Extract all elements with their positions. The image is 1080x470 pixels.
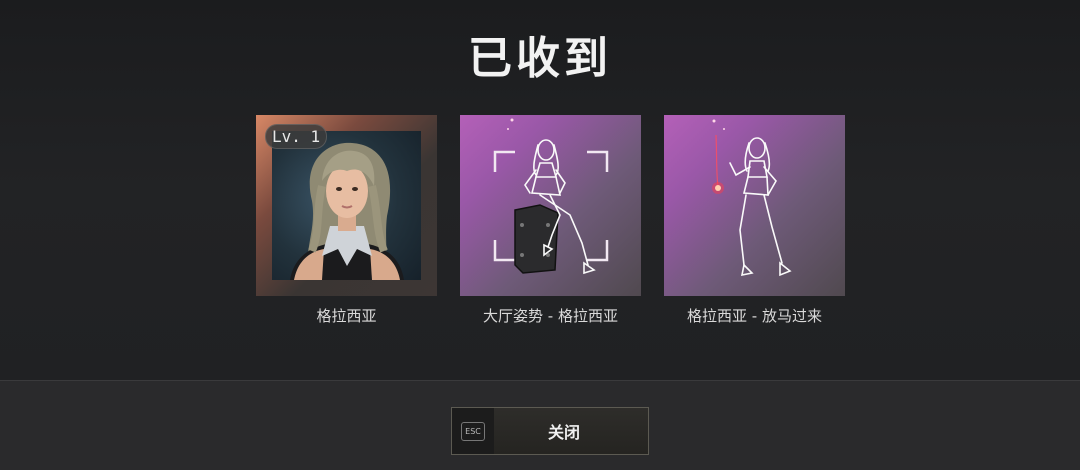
reward-dialog: 已收到 Lv. 1 格拉西亚 大厅姿势 - 格拉西亚 格拉西亚 - 放马过来 E… — [0, 0, 1080, 470]
reward-label: 大厅姿势 - 格拉西亚 — [483, 307, 618, 325]
reward-tile: Lv. 1 — [256, 115, 437, 296]
reward-card-character[interactable]: Lv. 1 格拉西亚 — [256, 115, 437, 326]
lobby-pose-sitting-icon — [493, 118, 609, 275]
reward-tile — [664, 115, 845, 296]
reward-list: Lv. 1 格拉西亚 大厅姿势 - 格拉西亚 格拉西亚 - 放马过来 — [256, 115, 845, 326]
level-badge: Lv. 1 — [265, 124, 328, 149]
close-button[interactable]: ESC 关闭 — [451, 407, 649, 455]
emote-pose-standing-icon — [712, 119, 792, 277]
esc-key-icon: ESC — [452, 408, 494, 454]
page-title: 已收到 — [468, 33, 612, 84]
reward-tile — [460, 115, 641, 296]
reward-card-lobby-pose[interactable]: 大厅姿势 - 格拉西亚 — [460, 115, 641, 326]
reward-label: 格拉西亚 - 放马过来 — [687, 307, 822, 325]
esc-key-label: ESC — [461, 421, 485, 441]
reward-card-emote[interactable]: 格拉西亚 - 放马过来 — [664, 115, 845, 326]
close-button-label: 关闭 — [547, 423, 580, 442]
reward-label: 格拉西亚 — [316, 307, 377, 325]
character-portrait-icon — [272, 131, 421, 280]
